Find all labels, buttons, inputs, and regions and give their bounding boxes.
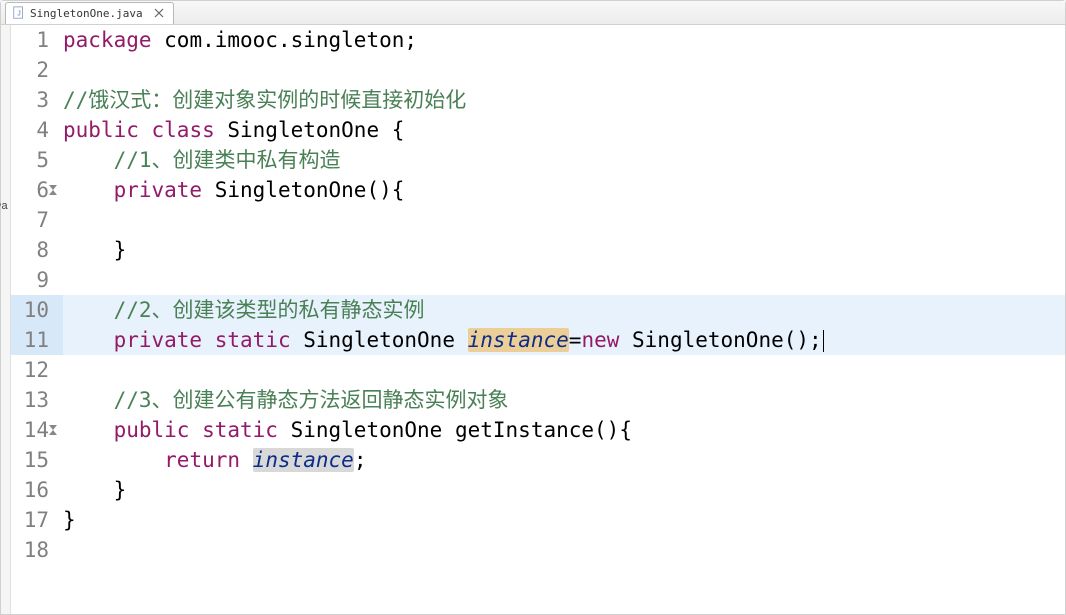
code-line[interactable]: 5 //1、创建类中私有构造 [11,145,1065,175]
code-content[interactable]: } [63,505,1065,535]
code-content[interactable] [63,265,1065,295]
line-number: 13 [11,385,63,415]
code-content[interactable]: } [63,475,1065,505]
code-line[interactable]: 17} [11,505,1065,535]
line-number: 4 [11,115,63,145]
code-content[interactable]: //1、创建类中私有构造 [63,145,1065,175]
line-number: 2 [11,55,63,85]
code-line[interactable]: 11 private static SingletonOne instance=… [11,325,1065,355]
code-line[interactable]: 10 //2、创建该类型的私有静态实例 [11,295,1065,325]
svg-text:J: J [17,11,21,18]
java-file-icon: J [12,6,26,20]
code-line[interactable]: 4public class SingletonOne { [11,115,1065,145]
file-tab[interactable]: J SingletonOne.java [5,2,174,24]
line-number: 15 [11,445,63,475]
tab-filename: SingletonOne.java [30,7,143,20]
code-line[interactable]: 3//饿汉式：创建对象实例的时候直接初始化 [11,85,1065,115]
code-editor[interactable]: 1package com.imooc.singleton;23//饿汉式：创建对… [11,25,1065,614]
code-content[interactable] [63,55,1065,85]
code-content[interactable]: //饿汉式：创建对象实例的时候直接初始化 [63,85,1065,115]
code-line[interactable]: 12 [11,355,1065,385]
code-content[interactable] [63,535,1065,565]
editor-window: J SingletonOne.java 1package com.imooc.s… [0,0,1066,615]
code-line[interactable]: 9 [11,265,1065,295]
line-number: 6 [11,175,63,205]
line-number: 9 [11,265,63,295]
code-content[interactable]: private SingletonOne(){ [63,175,1065,205]
line-number: 17 [11,505,63,535]
line-number: 14 [11,415,63,445]
line-number: 8 [11,235,63,265]
code-content[interactable]: } [63,235,1065,265]
code-line[interactable]: 2 [11,55,1065,85]
line-number: 10 [11,295,63,325]
code-line[interactable]: 14 public static SingletonOne getInstanc… [11,415,1065,445]
code-content[interactable]: public static SingletonOne getInstance()… [63,415,1065,445]
line-number: 3 [11,85,63,115]
editor-wrap: 1package com.imooc.singleton;23//饿汉式：创建对… [1,25,1065,614]
code-content[interactable]: package com.imooc.singleton; [63,25,1065,55]
code-content[interactable] [63,355,1065,385]
code-content[interactable]: return instance; [63,445,1065,475]
tab-bar: J SingletonOne.java [1,1,1065,25]
code-line[interactable]: 1package com.imooc.singleton; [11,25,1065,55]
line-number: 11 [11,325,63,355]
code-line[interactable]: 18 [11,535,1065,565]
code-content[interactable]: private static SingletonOne instance=new… [63,325,1065,355]
line-number: 1 [11,25,63,55]
code-content[interactable]: //2、创建该类型的私有静态实例 [63,295,1065,325]
truncated-side-label: ᠈a [0,194,8,213]
line-number: 5 [11,145,63,175]
code-line[interactable]: 13 //3、创建公有静态方法返回静态实例对象 [11,385,1065,415]
code-line[interactable]: 7 [11,205,1065,235]
left-margin [1,25,11,614]
code-content[interactable]: //3、创建公有静态方法返回静态实例对象 [63,385,1065,415]
close-icon[interactable] [153,7,165,19]
code-line[interactable]: 15 return instance; [11,445,1065,475]
code-line[interactable]: 8 } [11,235,1065,265]
line-number: 16 [11,475,63,505]
code-content[interactable]: public class SingletonOne { [63,115,1065,145]
code-line[interactable]: 16 } [11,475,1065,505]
code-line[interactable]: 6 private SingletonOne(){ [11,175,1065,205]
line-number: 12 [11,355,63,385]
line-number: 18 [11,535,63,565]
code-content[interactable] [63,205,1065,235]
line-number: 7 [11,205,63,235]
